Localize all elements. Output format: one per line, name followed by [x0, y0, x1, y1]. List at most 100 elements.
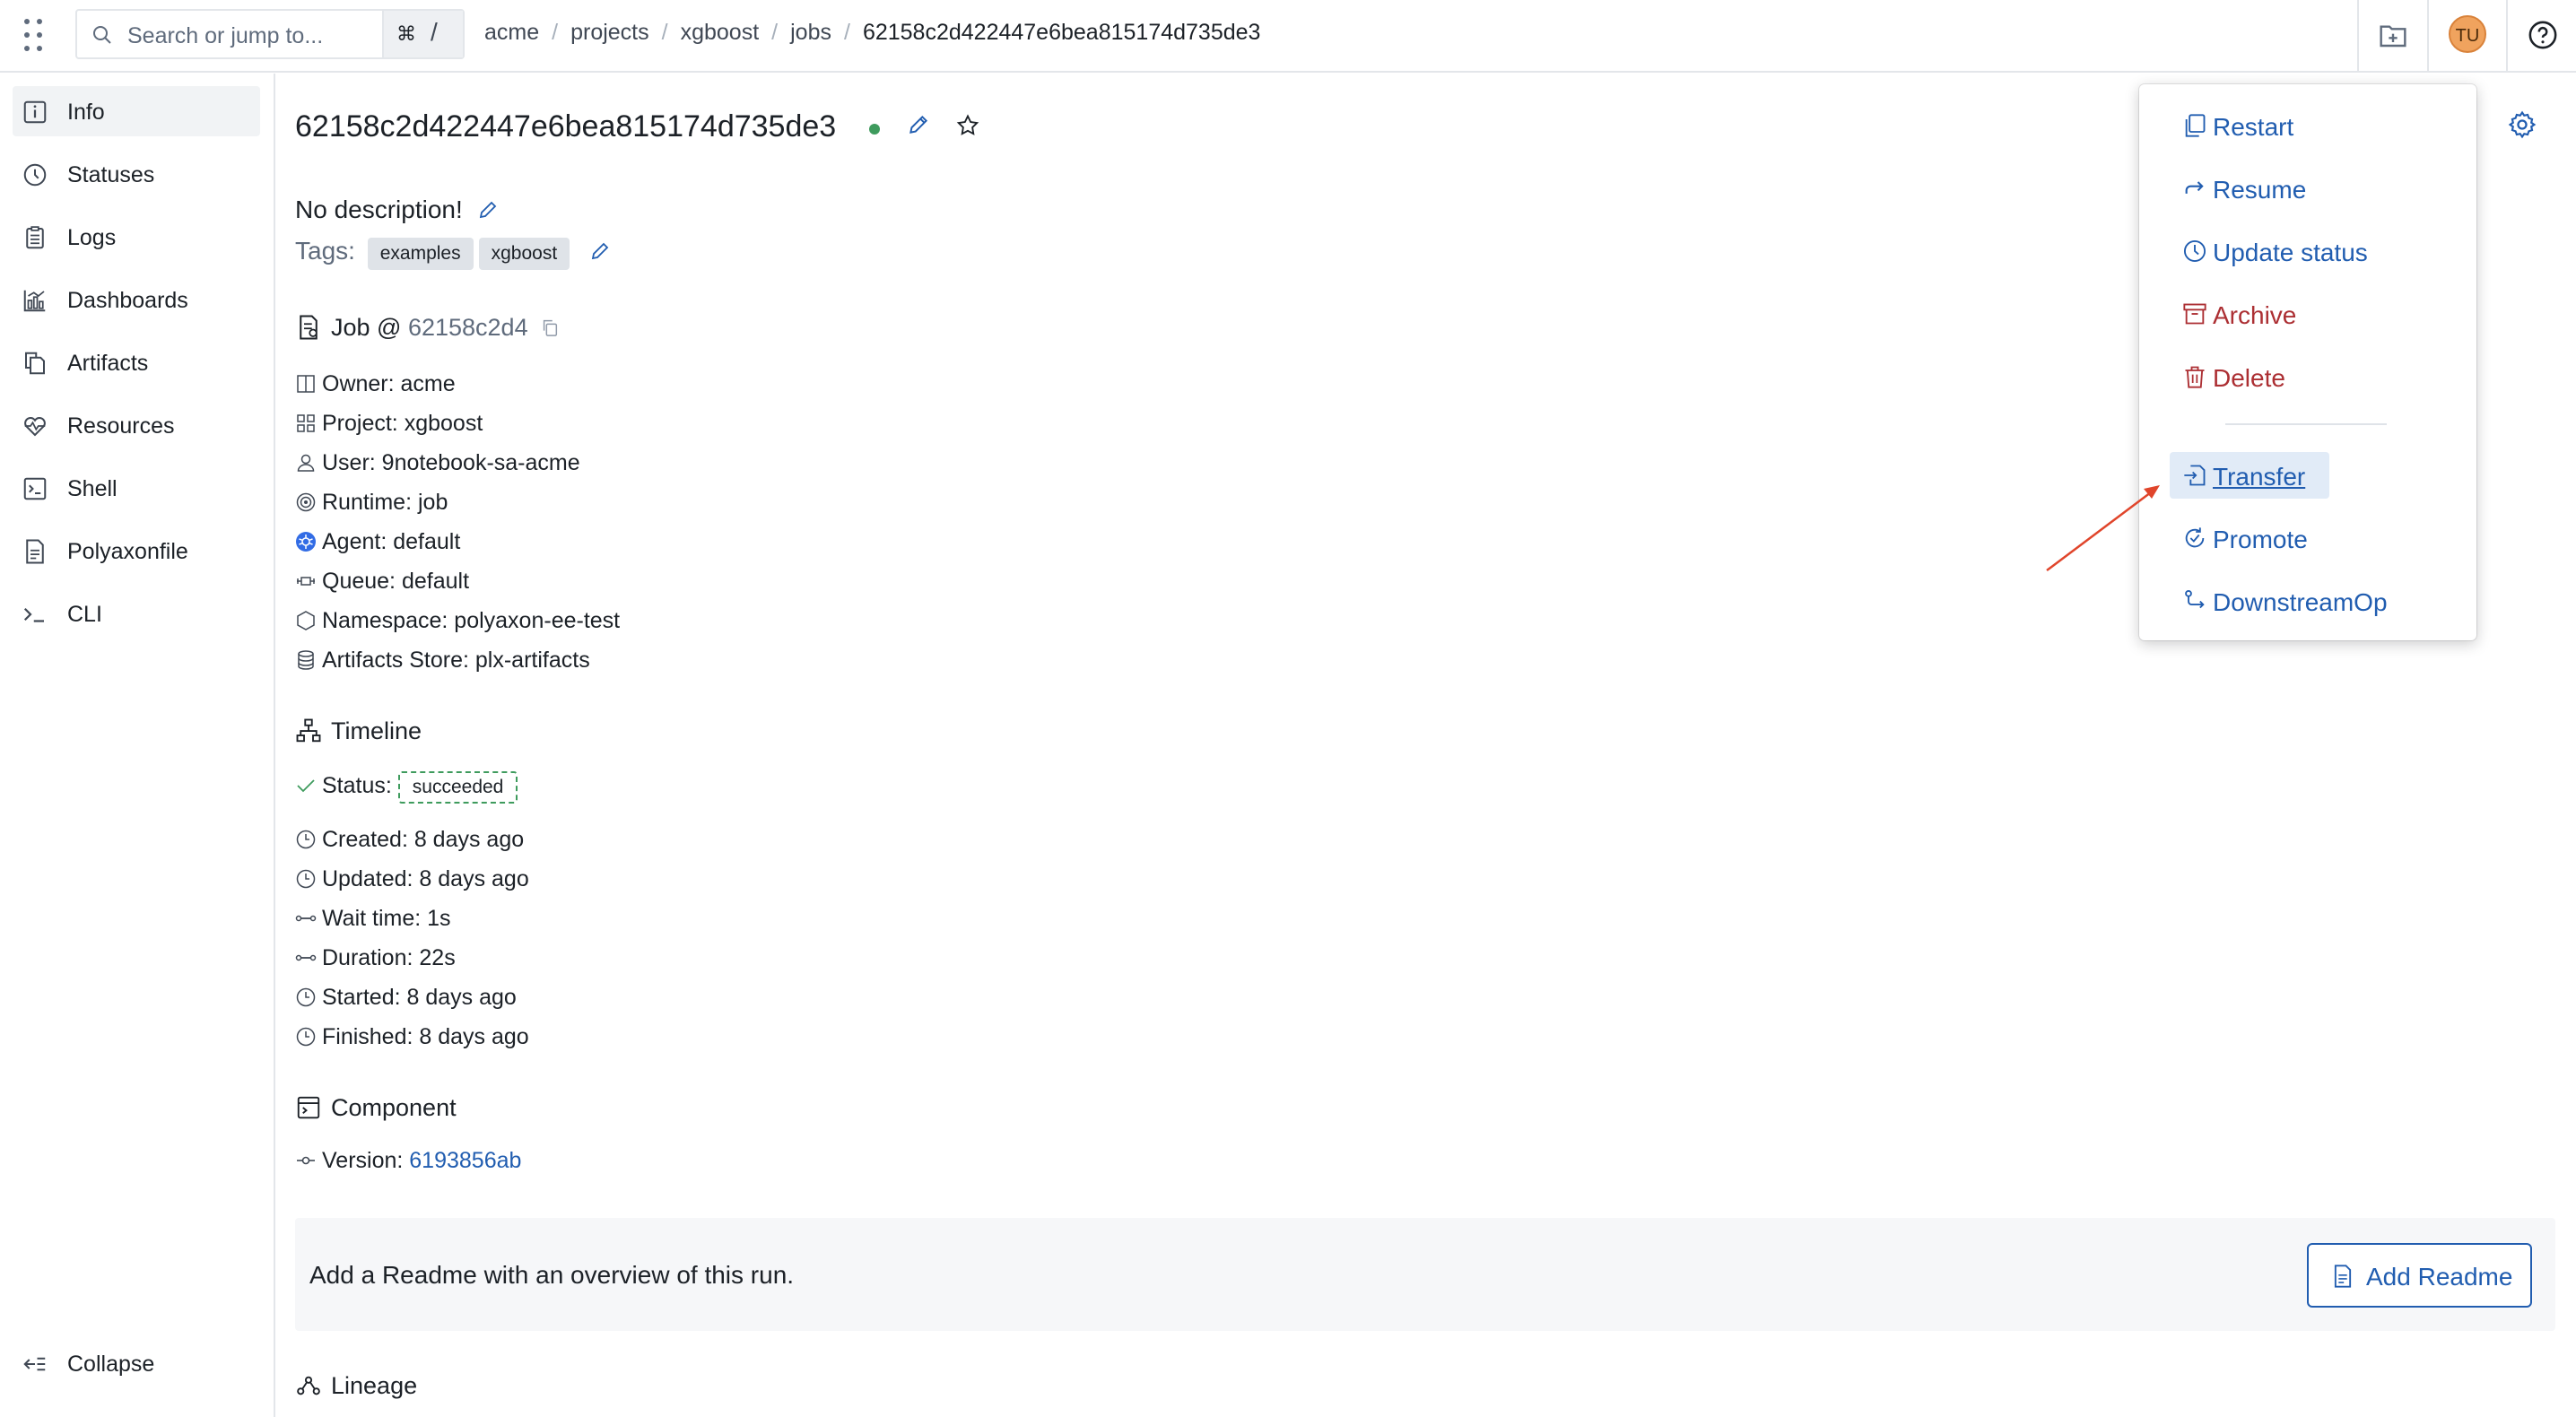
queue-text: Queue: default [322, 569, 470, 594]
apps-menu-icon[interactable] [22, 16, 50, 54]
menu-item-label: Resume [2213, 176, 2307, 204]
sidebar-item-logs[interactable]: Logs [13, 212, 260, 262]
collapse-label: Collapse [67, 1352, 155, 1377]
sidebar-item-statuses[interactable]: Statuses [13, 149, 260, 199]
sidebar-item-label: Statuses [67, 162, 155, 187]
kubernetes-icon [296, 532, 316, 552]
breadcrumb-project[interactable]: xgboost [681, 20, 760, 45]
breadcrumb-jobs[interactable]: jobs [790, 20, 831, 45]
sidebar-item-info[interactable]: Info [13, 86, 260, 136]
timeline-icon [296, 718, 321, 743]
sidebar: Info Statuses Logs Dashboards Artifacts … [0, 74, 275, 1417]
documents-icon [25, 352, 45, 375]
search-icon [93, 26, 111, 44]
divider [2357, 0, 2359, 72]
flow-linear-icon [2185, 589, 2205, 609]
search-input[interactable]: Search or jump to... ⌘ / [75, 9, 465, 59]
breadcrumb: acme / projects / xgboost / jobs/62158c2d42244… [484, 20, 1261, 45]
sidebar-item-label: Polyaxonfile [67, 539, 188, 564]
artifacts-store-row: Artifacts Store: plx-artifacts [295, 648, 590, 674]
copy-icon[interactable] [540, 317, 560, 337]
duplicate-icon [2185, 114, 2206, 137]
add-readme-label: Add Readme [2366, 1263, 2513, 1291]
menu-item-label: Delete [2213, 364, 2285, 392]
sidebar-item-artifacts[interactable]: Artifacts [13, 337, 260, 387]
finished-text: Finished: 8 days ago [322, 1024, 529, 1049]
description: No description! [295, 196, 499, 224]
readme-callout: Add a Readme with an overview of this ru… [295, 1218, 2555, 1331]
new-folder-icon[interactable] [2379, 22, 2407, 48]
job-icon [300, 315, 318, 340]
sidebar-item-label: Shell [67, 476, 117, 501]
started-text: Started: 8 days ago [322, 985, 517, 1010]
component-icon [297, 1096, 320, 1119]
avatar[interactable]: TU [2449, 15, 2486, 53]
star-icon[interactable] [955, 113, 980, 138]
status-label: Status: [322, 773, 392, 798]
agent-row: Agent: default [295, 529, 460, 555]
version-link[interactable]: 6193856ab [409, 1148, 521, 1173]
breadcrumb-owner[interactable]: acme [484, 20, 539, 45]
menu-divider [2225, 423, 2387, 425]
document-icon [2334, 1265, 2352, 1288]
edit-description-icon[interactable] [477, 199, 499, 221]
sidebar-item-shell[interactable]: Shell [13, 463, 260, 513]
owner-row: Owner: acme [295, 371, 456, 397]
timeline-title: Timeline [331, 717, 422, 744]
prompt-icon [23, 607, 44, 622]
duration-text: Duration: 22s [322, 945, 456, 970]
sidebar-item-cli[interactable]: CLI [13, 588, 260, 639]
status-badge: succeeded [397, 771, 518, 804]
sidebar-item-dashboards[interactable]: Dashboards [13, 274, 260, 325]
cube-icon [297, 611, 315, 630]
updated-text: Updated: 8 days ago [322, 866, 529, 891]
office-icon [297, 375, 315, 393]
edit-title-icon[interactable] [907, 113, 930, 136]
console-icon [23, 477, 47, 500]
menu-item-label: Archive [2213, 301, 2297, 329]
artifacts-store-text: Artifacts Store: plx-artifacts [322, 648, 590, 673]
add-readme-button[interactable]: Add Readme [2307, 1243, 2532, 1308]
wait-time-text: Wait time: 1s [322, 906, 451, 931]
menu-item-label: Transfer [2213, 463, 2306, 491]
runtime-row: Runtime: job [295, 490, 448, 516]
user-icon [297, 454, 315, 472]
menu-item-label: Promote [2213, 526, 2308, 553]
sidebar-item-label: Artifacts [67, 351, 149, 376]
queue-row: Queue: default [295, 569, 469, 595]
lineage-title: Lineage [331, 1372, 418, 1399]
sidebar-item-resources[interactable]: Resources [13, 400, 260, 450]
version-label: Version: [322, 1148, 410, 1173]
description-text: No description! [295, 196, 463, 223]
version-row: Version: 6193856ab [295, 1148, 521, 1174]
user-text: User: 9notebook-sa-acme [322, 450, 580, 475]
project-text: Project: xgboost [322, 411, 483, 436]
runtime-icon [296, 492, 316, 512]
user-row: User: 9notebook-sa-acme [295, 450, 580, 476]
history-icon [23, 163, 47, 187]
interval-icon [295, 954, 317, 961]
collapse-button[interactable]: Collapse [13, 1338, 260, 1388]
tag[interactable]: examples [367, 238, 474, 270]
redo-icon [2185, 181, 2204, 194]
menu-item-transfer[interactable]: Transfer [2170, 452, 2329, 499]
readme-text: Add a Readme with an overview of this ru… [309, 1261, 795, 1289]
job-short-uuid: 62158c2d4 [407, 314, 528, 341]
tag[interactable]: xgboost [478, 238, 570, 270]
sidebar-item-polyaxonfile[interactable]: Polyaxonfile [13, 526, 260, 576]
help-icon[interactable] [2528, 20, 2558, 50]
sidebar-item-label: Logs [67, 225, 117, 250]
gear-icon[interactable] [2507, 109, 2537, 140]
timeline-section-title: Timeline [295, 717, 422, 745]
breadcrumb-projects[interactable]: projects [570, 20, 649, 45]
interval-icon [295, 915, 317, 922]
annotation-arrow [2046, 485, 2160, 571]
component-title: Component [331, 1094, 457, 1121]
divider [2427, 0, 2429, 72]
page-title: 62158c2d422447e6bea815174d735de3 [295, 109, 837, 143]
sidebar-item-label: CLI [67, 602, 102, 627]
time-icon [296, 830, 316, 849]
breadcrumb-current: 62158c2d422447e6bea815174d735de3 [862, 20, 1261, 45]
namespace-text: Namespace: polyaxon-ee-test [322, 608, 621, 633]
edit-tags-icon[interactable] [589, 240, 611, 262]
